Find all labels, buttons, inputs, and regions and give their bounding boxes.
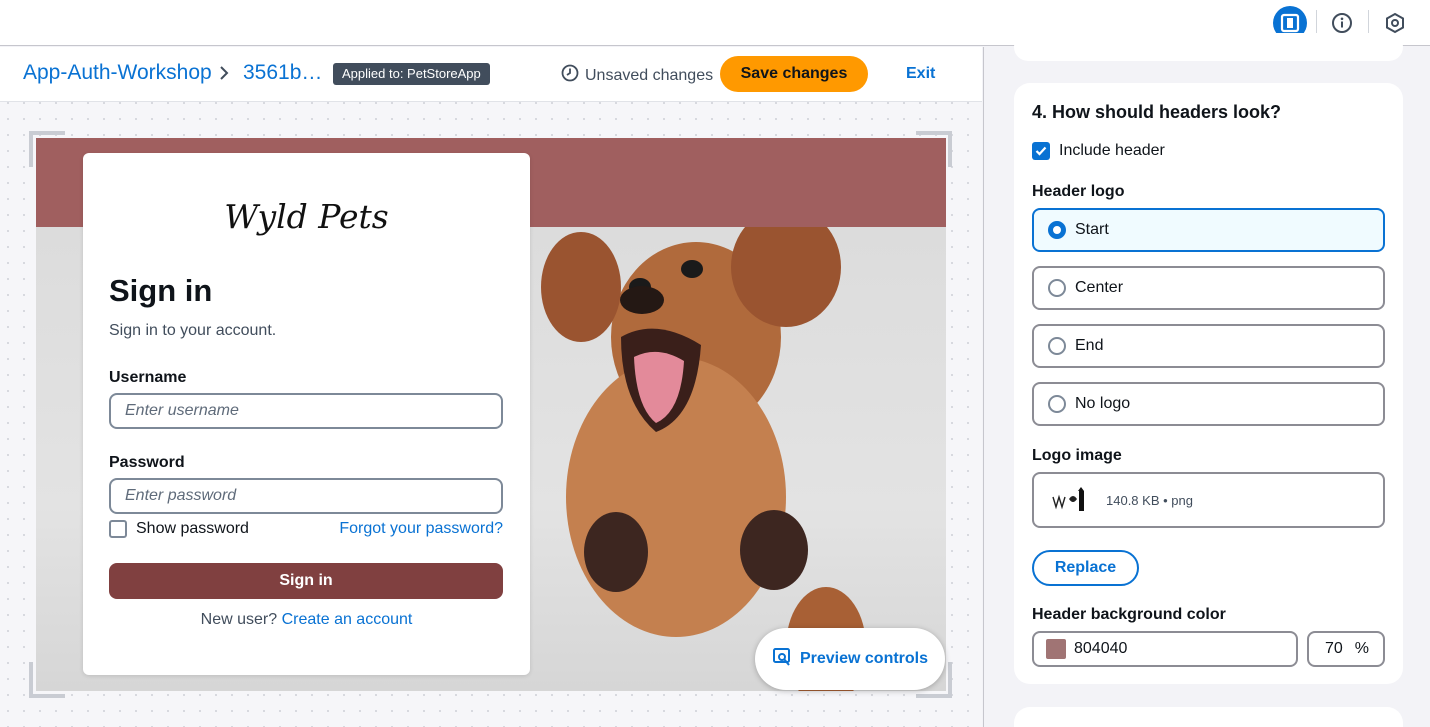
- logo-thumbnail-icon: [1048, 482, 1094, 518]
- show-password-label: Show password: [136, 520, 249, 537]
- settings-panel: 4. How should headers look? Include head…: [983, 33, 1430, 727]
- logo-file-tile: 140.8 KB • png: [1032, 472, 1385, 528]
- save-changes-button[interactable]: Save changes: [720, 56, 868, 92]
- applied-badge: Applied to: PetStoreApp: [333, 63, 490, 85]
- opacity-unit: %: [1354, 640, 1369, 657]
- radio-unselected[interactable]: [1048, 395, 1066, 413]
- exit-link[interactable]: Exit: [906, 65, 935, 83]
- unsaved-label: Unsaved changes: [585, 66, 714, 84]
- replace-logo-button[interactable]: Replace: [1032, 550, 1139, 586]
- bg-color-input[interactable]: 804040: [1032, 631, 1298, 667]
- radio-unselected[interactable]: [1048, 279, 1066, 297]
- username-input[interactable]: [109, 393, 503, 429]
- bg-color-label: Header background color: [1032, 606, 1226, 623]
- breadcrumb-app-link[interactable]: App-Auth-Workshop: [23, 61, 212, 85]
- show-password-toggle[interactable]: Show password: [109, 520, 249, 538]
- preview-icon: [772, 647, 792, 672]
- logo-image-label: Logo image: [1032, 447, 1122, 464]
- opacity-value: 70: [1324, 640, 1343, 657]
- include-header-label: Include header: [1059, 142, 1165, 159]
- logo-option-label: Center: [1075, 279, 1124, 296]
- opacity-input[interactable]: 70 %: [1307, 631, 1385, 667]
- color-swatch[interactable]: [1046, 639, 1066, 659]
- signin-card: Wyld Pets Sign in Sign in to your accoun…: [83, 153, 530, 675]
- chevron-right-icon: [218, 65, 230, 86]
- unsaved-status: Unsaved changes: [561, 64, 713, 87]
- logo-option-label: End: [1075, 337, 1104, 354]
- include-header-checkbox[interactable]: [1032, 142, 1050, 160]
- forgot-password-link[interactable]: Forgot your password?: [339, 520, 503, 538]
- section-title: 4. How should headers look?: [1032, 102, 1282, 122]
- create-account-link[interactable]: Create an account: [282, 611, 413, 628]
- clock-icon: [561, 64, 579, 87]
- password-input[interactable]: [109, 478, 503, 514]
- logo-option-no-logo[interactable]: No logo: [1032, 382, 1385, 426]
- previous-section-card: [1014, 33, 1403, 61]
- radio-selected[interactable]: [1048, 221, 1066, 239]
- password-label: Password: [109, 454, 185, 471]
- headers-section: 4. How should headers look? Include head…: [1014, 83, 1403, 684]
- brand-logo: Wyld Pets: [224, 197, 389, 236]
- logo-file-meta: 140.8 KB • png: [1106, 492, 1193, 508]
- bg-color-value: 804040: [1074, 640, 1128, 657]
- next-section-card: [1014, 707, 1403, 727]
- radio-unselected[interactable]: [1048, 337, 1066, 355]
- logo-option-label: No logo: [1075, 395, 1131, 412]
- new-user-text: New user?: [200, 611, 278, 628]
- header-logo-label: Header logo: [1032, 183, 1125, 200]
- show-password-checkbox[interactable]: [109, 520, 127, 538]
- username-label: Username: [109, 369, 187, 386]
- new-user-row: New user? Create an account: [83, 611, 530, 629]
- signin-heading: Sign in: [109, 273, 213, 308]
- include-header-toggle[interactable]: Include header: [1032, 142, 1165, 160]
- preview-controls-button[interactable]: Preview controls: [755, 628, 945, 690]
- logo-option-label: Start: [1075, 221, 1109, 238]
- logo-option-start[interactable]: Start: [1032, 208, 1385, 252]
- logo-option-center[interactable]: Center: [1032, 266, 1385, 310]
- breadcrumb: App-Auth-Workshop 3561b… Applied to: Pet…: [0, 47, 982, 102]
- preview-controls-label: Preview controls: [799, 650, 929, 667]
- signin-subtitle: Sign in to your account.: [109, 322, 277, 339]
- signin-button[interactable]: Sign in: [109, 563, 503, 599]
- logo-option-end[interactable]: End: [1032, 324, 1385, 368]
- breadcrumb-branch[interactable]: 3561b…: [243, 61, 322, 85]
